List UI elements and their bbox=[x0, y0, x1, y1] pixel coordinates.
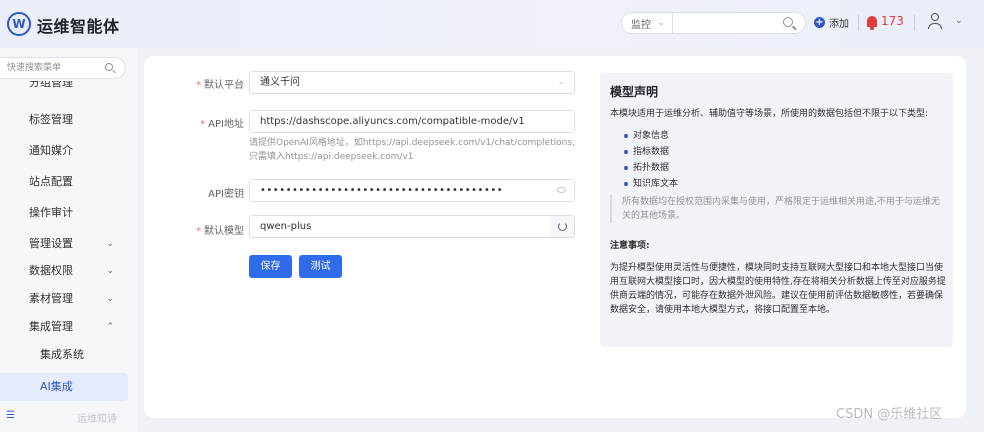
declaration-quote: 所有数据均在授权范围内采集与使用，严格限定于运维相关用途,不用于与运维无关的其他… bbox=[610, 195, 940, 223]
sidebar-item-material[interactable]: 素材管理 ⌄ bbox=[0, 285, 128, 313]
watermark: CSDN @乐维社区 bbox=[836, 407, 943, 422]
bell-icon bbox=[867, 15, 877, 30]
chevron-down-icon: ⌄ bbox=[106, 239, 114, 249]
sidebar-item-site[interactable]: 站点配置 bbox=[0, 168, 128, 196]
alarm-count: 173 bbox=[881, 14, 904, 28]
header-divider bbox=[858, 15, 859, 31]
monitor-select[interactable]: 监控 ⌄ bbox=[621, 12, 673, 34]
user-avatar-icon[interactable] bbox=[927, 12, 943, 30]
collapse-menu-icon[interactable]: ☰ bbox=[6, 410, 15, 421]
sidebar-footer-text: 运维知诗 bbox=[77, 414, 117, 425]
sidebar-item-integration[interactable]: 集成管理 ⌃ bbox=[0, 313, 128, 341]
search-icon[interactable] bbox=[783, 17, 793, 27]
app-title: 运维智能体 bbox=[37, 17, 120, 36]
header-search-input[interactable] bbox=[673, 12, 806, 34]
list-item: 对象信息 bbox=[624, 128, 678, 144]
list-item: 拓扑数据 bbox=[624, 160, 678, 176]
sidebar-item-permission[interactable]: 数据权限 ⌄ bbox=[0, 257, 128, 285]
chevron-down-icon: ⌄ bbox=[106, 266, 114, 276]
chevron-down-icon: ⌄ bbox=[557, 77, 565, 87]
platform-select[interactable]: 通义千问 ⌄ bbox=[249, 71, 575, 94]
api-key-input[interactable]: •••••••••••••••••••••••••••••••••••••• bbox=[249, 179, 575, 202]
chevron-down-icon[interactable]: ⌄ bbox=[955, 16, 963, 26]
model-label: * 默认模型 bbox=[196, 226, 244, 237]
sidebar: 快速搜索菜单 分组管理 标签管理 通知媒介 站点配置 操作审计 管理设置 ⌄ 数据… bbox=[0, 48, 138, 432]
sidebar-item-integration-system[interactable]: 集成系统 bbox=[0, 341, 128, 369]
test-button[interactable]: 测试 bbox=[299, 255, 342, 278]
sidebar-item-tags[interactable]: 标签管理 bbox=[0, 106, 128, 134]
list-item: 指标数据 bbox=[624, 144, 678, 160]
platform-label: * 默认平台 bbox=[196, 80, 244, 91]
api-key-value: •••••••••••••••••••••••••••••••••••••• bbox=[260, 185, 504, 196]
platform-select-value: 通义千问 bbox=[260, 77, 300, 88]
api-url-value: https://dashscope.aliyuncs.com/compatibl… bbox=[260, 116, 525, 127]
sidebar-item-ai-integration[interactable]: AI集成 bbox=[0, 373, 128, 401]
plus-icon: + bbox=[814, 17, 825, 28]
search-icon[interactable] bbox=[105, 63, 113, 71]
sidebar-item-group[interactable]: 分组管理 bbox=[0, 81, 128, 93]
app-logo-icon[interactable]: W bbox=[7, 12, 31, 36]
api-key-label: API密钥 bbox=[208, 189, 244, 200]
model-declaration-panel: 模型声明 本模块适用于运维分析、辅助值守等场景，所使用的数据包括但不限于以下类型… bbox=[600, 73, 953, 347]
menu-search-placeholder: 快速搜索菜单 bbox=[7, 63, 62, 73]
api-url-label: * API地址 bbox=[200, 119, 244, 130]
monitor-select-value: 监控 bbox=[631, 19, 651, 31]
list-item: 知识库文本 bbox=[624, 176, 678, 192]
add-button-label: 添加 bbox=[829, 19, 849, 30]
sidebar-item-audit[interactable]: 操作审计 bbox=[0, 199, 128, 227]
chevron-down-icon: ⌄ bbox=[657, 18, 665, 28]
top-header: W 运维智能体 监控 ⌄ + 添加 173 ⌄ bbox=[0, 0, 984, 48]
alarm-button[interactable]: 173 bbox=[867, 14, 904, 30]
save-button[interactable]: 保存 bbox=[249, 255, 292, 278]
ai-settings-card: * 默认平台 通义千问 ⌄ * API地址 https://dashscope.al… bbox=[144, 56, 966, 418]
api-url-hint: 请提供OpenAI风格地址，如https://api.deepseek.com/… bbox=[249, 138, 575, 162]
declaration-body: 为提升模型使用灵活性与便捷性，模块同时支持互联网大型接口和本地大型接口当使用互联… bbox=[610, 263, 946, 315]
declaration-note-title: 注意事项: bbox=[610, 241, 650, 251]
refresh-models-button[interactable] bbox=[550, 215, 575, 238]
chevron-down-icon: ⌄ bbox=[106, 294, 114, 304]
declaration-intro: 本模块适用于运维分析、辅助值守等场景，所使用的数据包括但不限于以下类型: bbox=[610, 109, 929, 119]
menu-search-input[interactable]: 快速搜索菜单 bbox=[0, 57, 126, 79]
model-input[interactable]: qwen-plus bbox=[249, 215, 551, 238]
declaration-title: 模型声明 bbox=[610, 85, 659, 99]
api-url-input[interactable]: https://dashscope.aliyuncs.com/compatibl… bbox=[249, 110, 575, 133]
chevron-up-icon: ⌃ bbox=[106, 322, 114, 332]
refresh-icon bbox=[558, 222, 567, 231]
declaration-list: 对象信息 指标数据 拓扑数据 知识库文本 bbox=[624, 128, 678, 192]
sidebar-item-manage[interactable]: 管理设置 ⌄ bbox=[0, 230, 128, 258]
eye-icon[interactable] bbox=[557, 187, 566, 193]
add-button[interactable]: + 添加 bbox=[814, 15, 849, 30]
sidebar-item-notify[interactable]: 通知媒介 bbox=[0, 137, 128, 165]
header-divider bbox=[914, 15, 915, 31]
model-value: qwen-plus bbox=[260, 221, 312, 232]
